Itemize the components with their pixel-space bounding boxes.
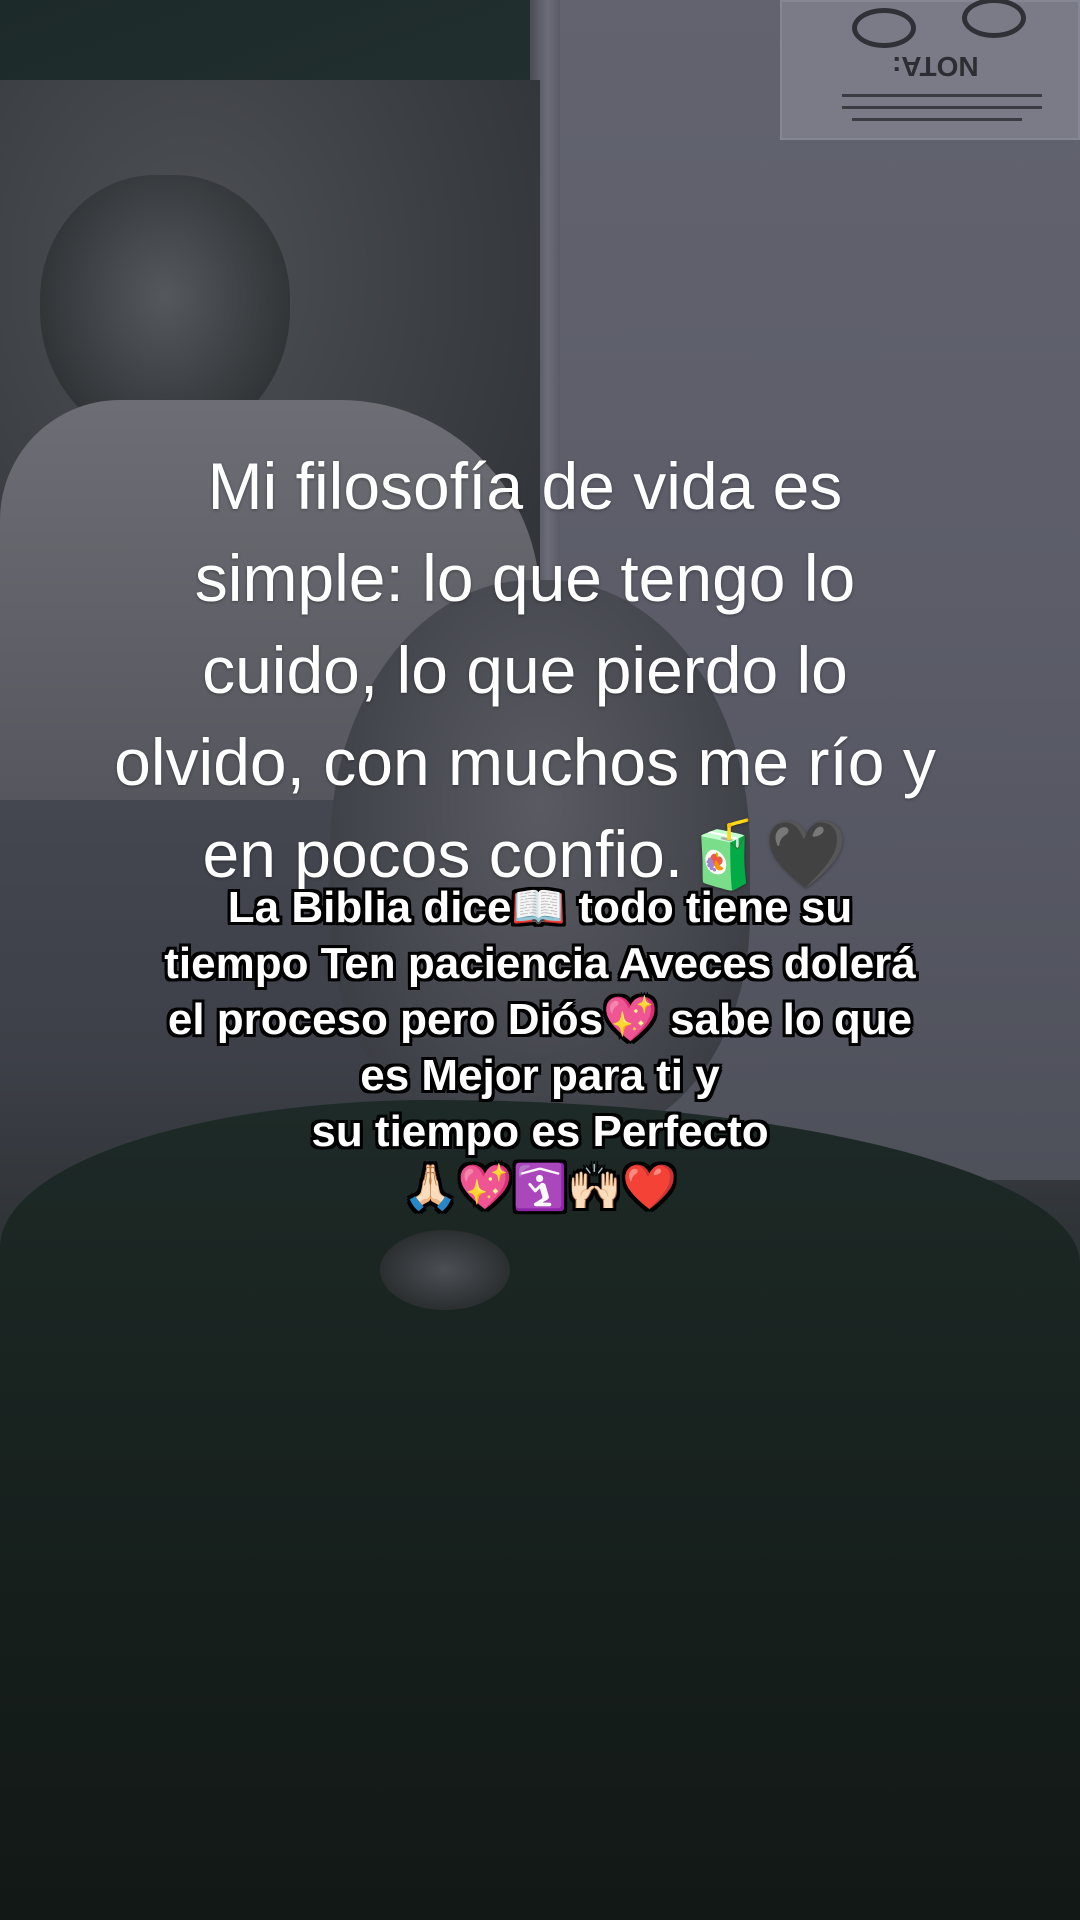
- video-frame: NOTA: Mi filosofía de vida es simple: lo…: [0, 0, 1080, 1920]
- no-smoking-icon: [852, 8, 916, 48]
- sign-label: NOTA:: [892, 51, 979, 82]
- person-hoodie: [0, 1100, 1080, 1920]
- sub-caption: La Biblia dice📖 todo tiene su tiempo Ten…: [164, 883, 916, 1212]
- necklace: [380, 1230, 510, 1310]
- no-smoking-icon: [962, 0, 1026, 38]
- wall-sign: NOTA:: [780, 0, 1080, 140]
- main-caption: Mi filosofía de vida es simple: lo que t…: [114, 449, 936, 891]
